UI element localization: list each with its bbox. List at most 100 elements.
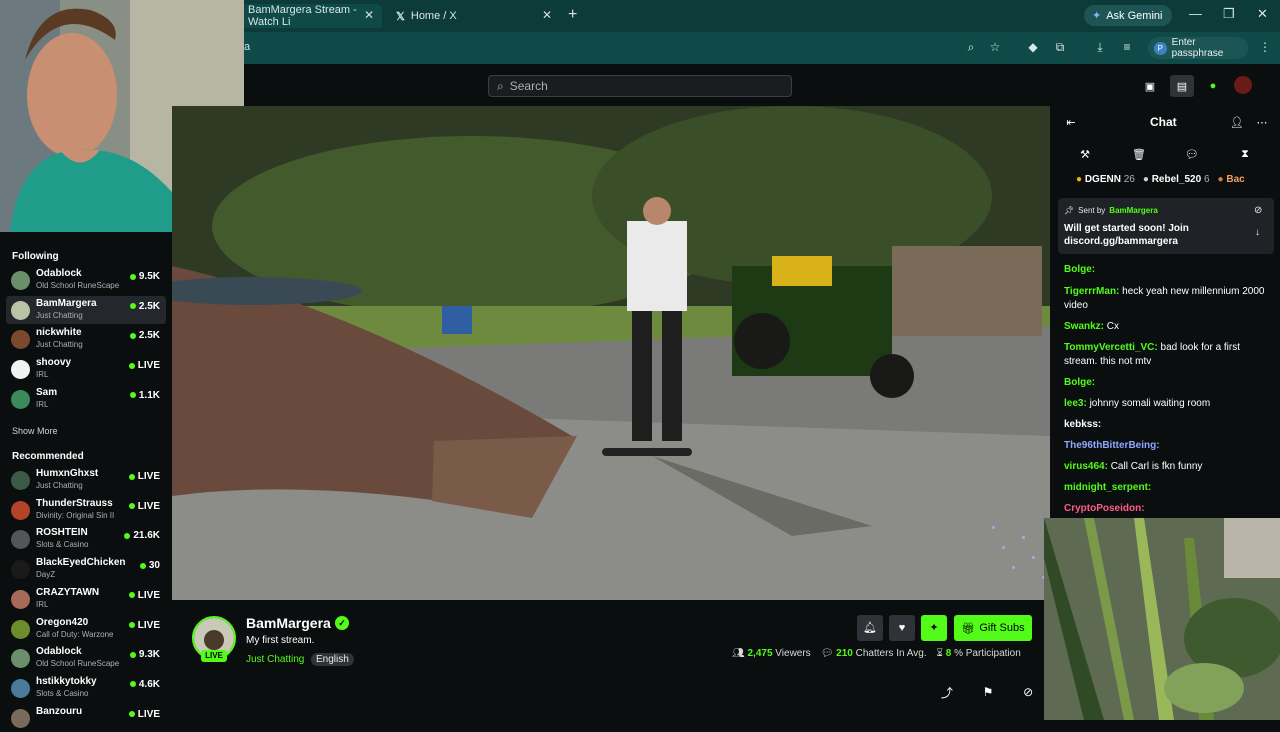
- url-field[interactable]: a: [244, 41, 250, 53]
- chat-username[interactable]: lee3:: [1064, 398, 1087, 409]
- tab-bammargera[interactable]: BamMargera Stream - Watch Li ✕: [240, 4, 382, 28]
- leader-2[interactable]: ● Rebel_520 6: [1143, 174, 1210, 185]
- live-dot: [128, 592, 135, 599]
- sparkle-icon: ✦: [929, 622, 939, 634]
- notification-bell-button[interactable]: 🔔︎: [857, 615, 883, 641]
- maximize-icon[interactable]: ❐: [1223, 6, 1235, 22]
- chat-username[interactable]: kebkss:: [1064, 419, 1101, 430]
- user-avatar[interactable]: [1234, 76, 1252, 94]
- share-icon[interactable]: ⤴: [941, 684, 953, 701]
- channel-category: Just Chatting: [36, 310, 83, 320]
- leader-name: DGENN: [1084, 174, 1121, 185]
- kick-coin-icon[interactable]: ●: [1206, 80, 1220, 92]
- window-close-icon[interactable]: ✕: [1257, 6, 1268, 22]
- channel-name: ROSHTEIN: [36, 527, 88, 539]
- chat-icon[interactable]: 💬︎: [1184, 148, 1200, 162]
- new-tab-icon[interactable]: +: [568, 6, 577, 24]
- collapse-chat-icon[interactable]: ⇤: [1064, 116, 1078, 129]
- chat-username[interactable]: The96thBitterBeing:: [1064, 440, 1160, 451]
- leader-3[interactable]: ● Bac: [1218, 174, 1245, 185]
- sidebar-channel-roshtein[interactable]: ROSHTEIN Slots & Casino 21.6K: [6, 525, 166, 553]
- ask-gemini-button[interactable]: ✦ Ask Gemini: [1084, 5, 1172, 26]
- channel-name: Odablock: [36, 268, 82, 279]
- video-player[interactable]: [172, 106, 1050, 600]
- tab-x-home[interactable]: 𝕏 Home / X ✕: [388, 4, 560, 28]
- passphrase-button[interactable]: P Enter passphrase: [1148, 37, 1248, 59]
- stream-action-bar: ⤴ ⚑ ⊘: [926, 664, 1048, 720]
- sidebar-channel-hstikkytokky[interactable]: hstikkytokky Slots & Casino 4.6K: [6, 674, 166, 702]
- flag-icon[interactable]: ⚑: [983, 685, 994, 699]
- sidebar-channel-oregon420[interactable]: Oregon420 Call of Duty: Warzone LIVE: [6, 615, 166, 643]
- user-settings-icon[interactable]: 👤︎: [1230, 116, 1244, 129]
- channel-avatar: [11, 530, 30, 550]
- stream-title: My first stream.: [246, 635, 315, 646]
- chatters-stat: 💬︎ 210 Chatters In Avg.: [821, 648, 927, 659]
- verified-icon: ✓: [335, 616, 349, 630]
- sidebar-channel-odablock[interactable]: Odablock Old School RuneScape 9.5K: [6, 266, 166, 294]
- gift-subs-button[interactable]: 🎁︎ Gift Subs: [954, 615, 1032, 641]
- viewer-count: LIVE: [128, 471, 160, 482]
- trash-icon[interactable]: 🗑︎: [1131, 148, 1147, 162]
- leader-1[interactable]: ● DGENN 26: [1076, 174, 1135, 185]
- hide-icon[interactable]: ⊘: [1023, 685, 1033, 699]
- live-dot: [129, 681, 136, 688]
- timer-icon[interactable]: ⧗: [1237, 148, 1253, 162]
- chat-username[interactable]: midnight_serpent:: [1064, 482, 1151, 493]
- chat-username[interactable]: CryptoPoseidon:: [1064, 503, 1145, 514]
- sidebar-channel-shoovy[interactable]: shoovy IRL LIVE: [6, 355, 166, 383]
- channel-name: Sam: [36, 386, 58, 398]
- sidebar-channel-banzouru[interactable]: Banzouru LIVE: [6, 704, 166, 732]
- follow-button[interactable]: ♥: [889, 615, 915, 641]
- sidebar-channel-crazytawn[interactable]: CRAZYTAWN IRL LIVE: [6, 585, 166, 613]
- zoom-icon[interactable]: ⌕: [962, 40, 980, 56]
- live-dot: [139, 562, 146, 569]
- sidebar-channel-blackeyedchicken[interactable]: BlackEyedChicken DayZ 30: [6, 555, 166, 583]
- chat-username[interactable]: virus464:: [1064, 461, 1108, 472]
- close-icon[interactable]: ✕: [364, 8, 374, 22]
- download-icon[interactable]: ⤓: [1091, 40, 1109, 56]
- search-input[interactable]: ⌕ Search: [488, 75, 792, 97]
- live-dot: [129, 332, 136, 339]
- participation-stat: ⏳︎ 8 % Participation: [937, 648, 1021, 659]
- channel-category: Just Chatting: [36, 340, 83, 350]
- channel-name[interactable]: BamMargera: [246, 615, 331, 631]
- category-link[interactable]: Just Chatting: [246, 654, 304, 665]
- vr-icon[interactable]: ▣: [1143, 80, 1157, 93]
- unpin-icon[interactable]: ⊘: [1254, 205, 1262, 216]
- chat-message: TommyVercetti_VC: bad look for a first s…: [1064, 341, 1274, 369]
- pinned-text: Will get started soon! Join discord.gg/b…: [1064, 223, 1189, 247]
- sidebar-channel-sam[interactable]: Sam IRL 1.1K: [6, 385, 166, 413]
- bookmark-star-icon[interactable]: ☆: [986, 40, 1004, 56]
- chat-username[interactable]: Swankz:: [1064, 321, 1104, 332]
- more-options-icon[interactable]: ⋯: [1255, 116, 1269, 129]
- sidebar-channel-bammargera[interactable]: BamMargera Just Chatting 2.5K: [6, 295, 166, 324]
- close-icon[interactable]: ✕: [542, 8, 552, 22]
- gemini-label: Ask Gemini: [1106, 9, 1163, 22]
- pinned-author[interactable]: BamMargera: [1109, 206, 1157, 215]
- mod-hammer-icon[interactable]: ⚒: [1077, 148, 1093, 162]
- expand-arrow-icon[interactable]: ↓: [1255, 227, 1260, 238]
- media-icon[interactable]: ≡: [1118, 40, 1136, 56]
- hourglass-icon: ⏳︎: [936, 648, 943, 659]
- sidebar: Following Odablock Old School RuneScape 9.…: [0, 232, 172, 728]
- channel-avatar: [11, 360, 30, 380]
- sidebar-channel-odablock[interactable]: Odablock Old School RuneScape 9.3K: [6, 644, 166, 672]
- minimize-icon[interactable]: —: [1189, 6, 1202, 21]
- extension-icon[interactable]: ◆: [1024, 40, 1042, 56]
- puzzle-icon[interactable]: ⧉: [1051, 40, 1069, 56]
- sidebar-channel-thunderstrauss[interactable]: ThunderStrauss Divinity: Original Sin II L…: [6, 496, 166, 524]
- menu-icon[interactable]: ⋮: [1256, 40, 1274, 56]
- chat-username[interactable]: Bolge:: [1064, 377, 1095, 388]
- gemini-icon: ✦: [1092, 10, 1102, 22]
- sidebar-channel-nickwhite[interactable]: nickwhite Just Chatting 2.5K: [6, 325, 166, 353]
- chat-username[interactable]: Bolge:: [1064, 264, 1095, 275]
- channel-name: Odablock: [36, 646, 82, 658]
- sidebar-channel-humxnghxst[interactable]: HumxnGhxst Just Chatting LIVE: [6, 466, 166, 494]
- chat-message: Swankz: Cx: [1064, 320, 1274, 334]
- chat-username[interactable]: TigerrrMan:: [1064, 286, 1119, 297]
- chatters-label: Chatters In Avg.: [855, 648, 927, 659]
- subscribe-button[interactable]: ✦: [921, 615, 947, 641]
- chat-username[interactable]: TommyVercetti_VC:: [1064, 342, 1158, 353]
- show-more-link[interactable]: Show More: [12, 426, 58, 436]
- language-tag[interactable]: English: [311, 653, 354, 666]
